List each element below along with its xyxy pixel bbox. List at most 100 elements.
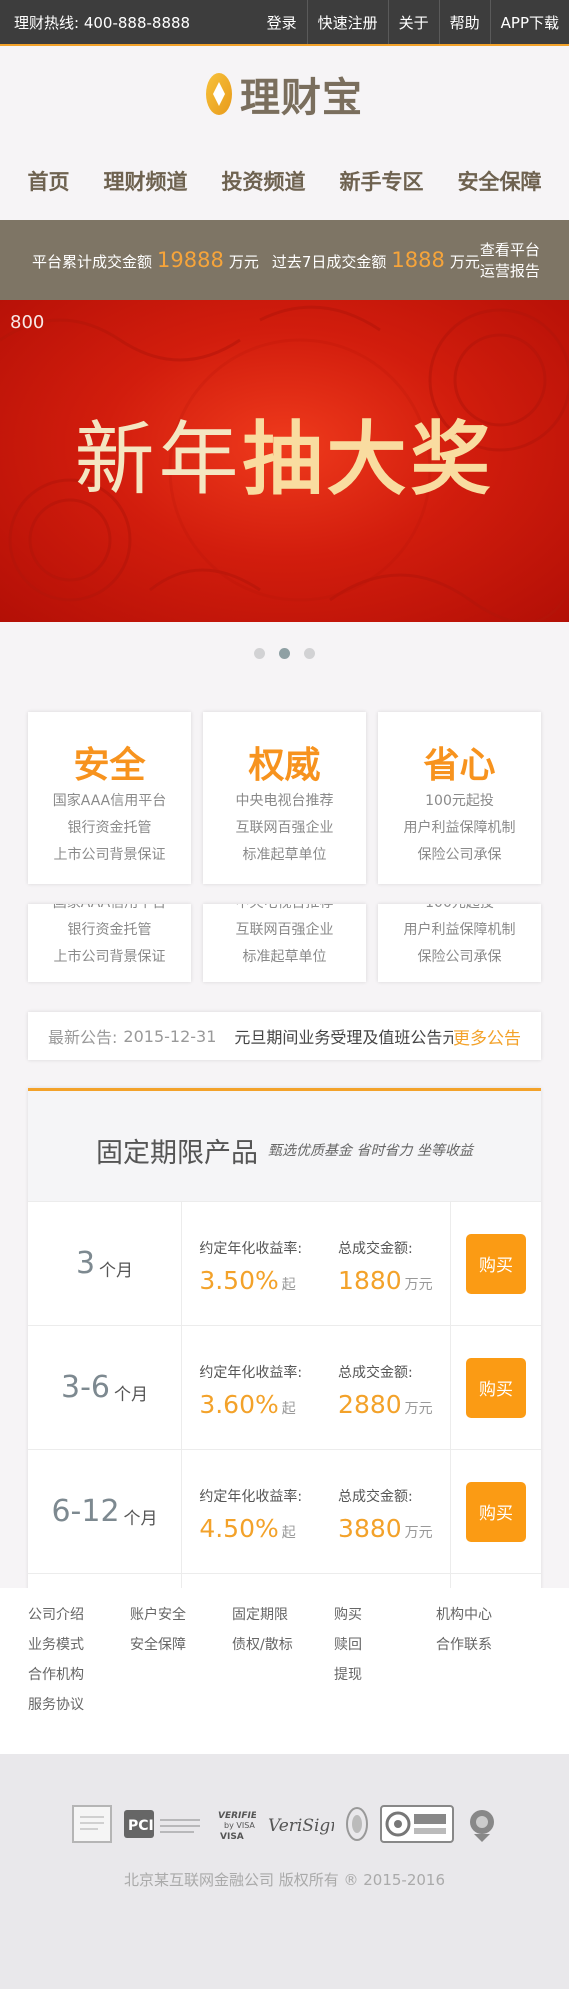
slider-dot-active[interactable] <box>279 647 290 659</box>
buy-button[interactable]: 购买 <box>466 1357 526 1418</box>
feature-line: 国家AAA信用平台 <box>52 793 167 809</box>
footer-link[interactable]: 安全保障 <box>130 1630 232 1660</box>
top-bar: 理财热线: 400-888-8888 登录 快速注册 关于 帮助 APP下载 <box>0 0 569 46</box>
svg-text:PCI: PCI <box>128 1818 154 1834</box>
more-notices-link[interactable]: 更多公告 <box>453 1024 521 1049</box>
products-title: 固定期限产品 <box>96 1137 259 1169</box>
main-nav: 首页 理财频道 投资频道 新手专区 安全保障 <box>0 142 569 220</box>
feature-cards: 安全 国家AAA信用平台 银行资金托管 上市公司背景保证 权威 中央电视台推荐 … <box>0 684 569 884</box>
svg-text:VISA: VISA <box>220 1832 244 1842</box>
feature-line: 上市公司背景保证 <box>53 847 166 863</box>
nav-security[interactable]: 安全保障 <box>458 166 542 196</box>
feature-line: 用户利益保障机制 <box>403 922 516 938</box>
feature-line: 保险公司承保 <box>417 847 502 863</box>
footer-col-company: 公司介绍 业务模式 合作机构 服务协议 <box>28 1600 130 1754</box>
brand-name: 理财宝 <box>240 75 363 121</box>
slider-dot[interactable] <box>304 647 315 659</box>
product-term: 3-6 个月 <box>28 1326 182 1449</box>
nav-newbie[interactable]: 新手专区 <box>340 166 424 196</box>
rate-suffix: 起 <box>281 1525 296 1541</box>
footer-link[interactable]: 赎回 <box>334 1630 436 1660</box>
verisign-badge-icon[interactable]: VeriSign <box>268 1809 334 1839</box>
promo-banner[interactable]: 800 新年抽大奖 <box>0 300 569 622</box>
feature-line: 互联网百强企业 <box>235 922 334 938</box>
seal-badge-icon[interactable] <box>345 1806 368 1842</box>
buy-button[interactable]: 购买 <box>466 1481 526 1542</box>
pci-security-badge-icon[interactable]: PCI <box>123 1806 204 1842</box>
stats-bar: 平台累计成交金额 19888 万元 过去7日成交金额 1888 万元 查看平台运… <box>0 220 569 300</box>
product-info: 约定年化收益率: 3.60% 起 总成交金额: 2880 万元 <box>182 1326 451 1449</box>
feature-line: 中央电视台推荐 <box>203 904 366 917</box>
amount-unit: 万元 <box>404 1401 433 1417</box>
footer-link[interactable]: 提现 <box>334 1660 436 1690</box>
footer-link[interactable]: 固定期限 <box>232 1600 334 1630</box>
stats-total-value: 19888 <box>157 248 224 272</box>
banner-title-part1: 新年 <box>74 413 243 506</box>
amount-value: 2880 <box>338 1390 402 1419</box>
notice-label: 最新公告: <box>48 1028 118 1047</box>
copyright-text: 北京某互联网金融公司 版权所有 ® 2015-2016 <box>123 1871 446 1889</box>
product-row: 3-6 个月 约定年化收益率: 3.60% 起 总成交金额: 2880 万元 购买 <box>28 1325 541 1449</box>
report-link[interactable]: 查看平台运营报告 <box>480 239 541 281</box>
banner-corner-label: 800 <box>10 312 45 333</box>
footer-link[interactable]: 债权/散标 <box>232 1630 334 1660</box>
product-term: 6-12 个月 <box>28 1450 182 1573</box>
term-unit: 个月 <box>99 1261 134 1281</box>
login-link[interactable]: 登录 <box>257 0 307 44</box>
feature-title: 安全 <box>73 745 146 786</box>
nav-invest[interactable]: 投资频道 <box>222 166 306 196</box>
feature-line: 100元起投 <box>425 793 494 809</box>
buy-button[interactable]: 购买 <box>466 1233 526 1294</box>
feature-card-repeat: 中央电视台推荐 互联网百强企业 标准起草单位 <box>203 904 366 982</box>
feature-line: 100元起投 <box>378 904 541 917</box>
license-badge-icon[interactable] <box>71 1805 112 1843</box>
banner-title: 新年抽大奖 <box>0 395 569 511</box>
feature-title: 省心 <box>423 745 496 786</box>
amount-label: 总成交金额: <box>338 1365 413 1381</box>
stats-total-unit: 万元 <box>228 253 259 271</box>
product-row: 6-12 个月 约定年化收益率: 4.50% 起 总成交金额: 3880 万元 购买 <box>28 1449 541 1573</box>
feature-line: 标准起草单位 <box>242 847 327 863</box>
footer-link[interactable]: 业务模式 <box>28 1630 130 1660</box>
about-link[interactable]: 关于 <box>387 0 439 44</box>
notice-text[interactable]: 元旦期间业务受理及值班公告元... <box>234 1024 453 1048</box>
footer-link[interactable]: 服务协议 <box>28 1690 130 1720</box>
police-badge-icon[interactable] <box>466 1804 498 1844</box>
slider-dot[interactable] <box>254 647 265 659</box>
footer: PCI VERIFIEDby VISA VISA VeriSign 北京某互联网金… <box>0 1754 569 1989</box>
rate-suffix: 起 <box>281 1401 296 1417</box>
nav-wealth[interactable]: 理财频道 <box>104 166 188 196</box>
footer-link[interactable]: 购买 <box>334 1600 436 1630</box>
app-download-link[interactable]: APP下载 <box>489 0 569 44</box>
feature-line: 银行资金托管 <box>67 820 152 836</box>
amount-unit: 万元 <box>404 1525 433 1541</box>
logo-diamond-icon <box>206 73 232 115</box>
feature-card-repeat: 国家AAA信用平台 银行资金托管 上市公司背景保证 <box>28 904 191 982</box>
footer-link[interactable]: 机构中心 <box>436 1600 538 1630</box>
products-header: 固定期限产品 甄选优质基金 省时省力 坐等收益 <box>28 1091 541 1201</box>
help-link[interactable]: 帮助 <box>438 0 490 44</box>
fixed-term-products: 固定期限产品 甄选优质基金 省时省力 坐等收益 3 个月 约定年化收益率: 3.… <box>28 1088 541 1596</box>
feature-line: 保险公司承保 <box>417 949 502 965</box>
rate-label: 约定年化收益率: <box>199 1489 303 1505</box>
register-link[interactable]: 快速注册 <box>306 0 388 44</box>
nav-home[interactable]: 首页 <box>28 166 70 196</box>
slider-dots <box>0 622 569 684</box>
feature-card-repeat: 100元起投 用户利益保障机制 保险公司承保 <box>378 904 541 982</box>
credit-verify-badge-icon[interactable] <box>379 1805 454 1843</box>
svg-text:VeriSign: VeriSign <box>268 1816 334 1836</box>
rate-label: 约定年化收益率: <box>199 1365 303 1381</box>
footer-col-trade: 购买 赎回 提现 <box>334 1600 436 1754</box>
footer-link[interactable]: 公司介绍 <box>28 1600 130 1630</box>
verified-by-visa-badge-icon[interactable]: VERIFIEDby VISA VISA <box>216 1804 256 1844</box>
footer-link[interactable]: 合作联系 <box>436 1630 538 1660</box>
term-unit: 个月 <box>123 1509 158 1529</box>
stats-total-label: 平台累计成交金额 <box>32 253 153 271</box>
feature-card-safety: 安全 国家AAA信用平台 银行资金托管 上市公司背景保证 <box>28 712 191 884</box>
logo[interactable]: 理财宝 <box>0 46 569 142</box>
notice-bar: 最新公告: 2015-12-31 元旦期间业务受理及值班公告元... 更多公告 <box>28 1012 541 1060</box>
top-links: 登录 快速注册 关于 帮助 APP下载 <box>257 0 569 44</box>
footer-link[interactable]: 合作机构 <box>28 1660 130 1690</box>
footer-link[interactable]: 账户安全 <box>130 1600 232 1630</box>
rate-suffix: 起 <box>281 1277 296 1293</box>
